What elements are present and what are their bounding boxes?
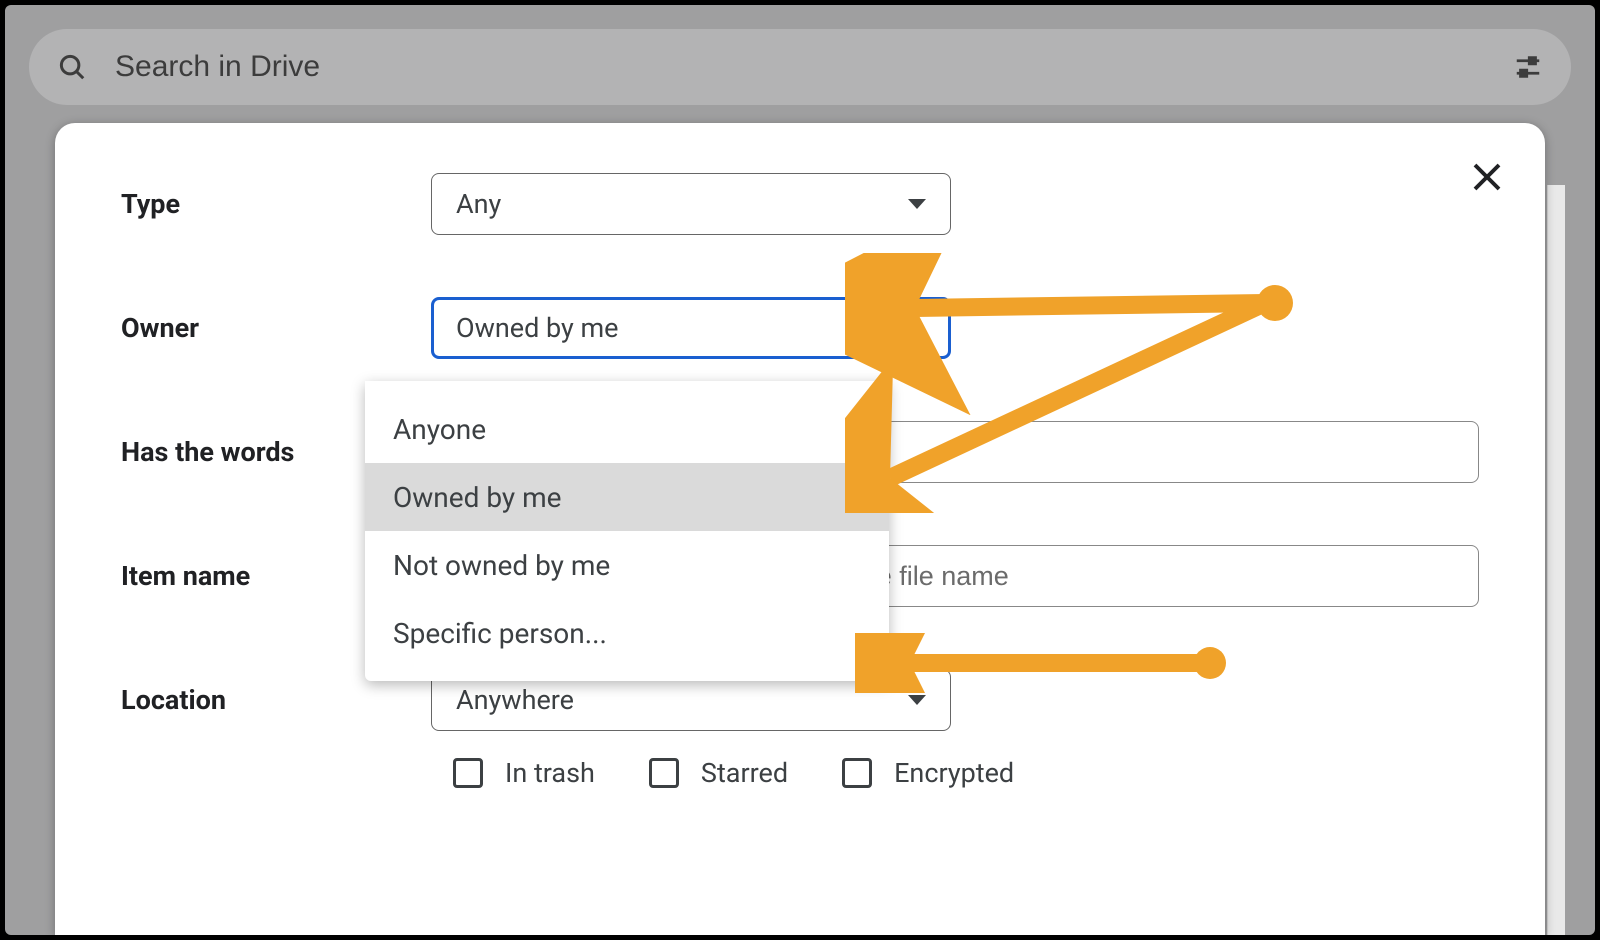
owner-option-not-owned-by-me[interactable]: Not owned by me	[365, 531, 889, 599]
chevron-down-icon	[908, 199, 926, 209]
checkbox-box	[649, 758, 679, 788]
chevron-up-icon	[908, 323, 926, 333]
checkbox-in-trash-label: In trash	[505, 757, 595, 789]
checkbox-starred-label: Starred	[701, 757, 788, 789]
label-type: Type	[121, 188, 431, 220]
checkbox-encrypted[interactable]: Encrypted	[842, 757, 1014, 789]
label-location: Location	[121, 684, 431, 716]
search-icon	[57, 52, 87, 82]
search-input[interactable]	[115, 50, 1513, 84]
checkbox-box	[453, 758, 483, 788]
owner-dropdown: Anyone Owned by me Not owned by me Speci…	[365, 381, 889, 681]
select-type[interactable]: Any	[431, 173, 951, 235]
checkbox-box	[842, 758, 872, 788]
chevron-down-icon	[908, 695, 926, 705]
search-bar[interactable]	[29, 29, 1571, 105]
app-frame: Type Any Owner Owned by me Has the words	[0, 0, 1600, 940]
checkbox-encrypted-label: Encrypted	[894, 757, 1014, 789]
app-background: Type Any Owner Owned by me Has the words	[5, 5, 1595, 935]
owner-option-anyone[interactable]: Anyone	[365, 395, 889, 463]
owner-option-specific-person[interactable]: Specific person...	[365, 599, 889, 667]
select-owner[interactable]: Owned by me	[431, 297, 951, 359]
advanced-search-panel: Type Any Owner Owned by me Has the words	[55, 123, 1545, 935]
owner-option-owned-by-me[interactable]: Owned by me	[365, 463, 889, 531]
checkbox-starred[interactable]: Starred	[649, 757, 788, 789]
scrollbar-track[interactable]	[1547, 185, 1565, 935]
select-location-value: Anywhere	[456, 684, 574, 716]
label-owner: Owner	[121, 312, 431, 344]
checkbox-row: In trash Starred Encrypted	[453, 757, 1479, 789]
select-owner-value: Owned by me	[456, 312, 619, 344]
row-type: Type Any	[121, 173, 1479, 235]
row-owner: Owner Owned by me	[121, 297, 1479, 359]
tune-icon[interactable]	[1513, 52, 1543, 82]
checkbox-in-trash[interactable]: In trash	[453, 757, 595, 789]
select-type-value: Any	[456, 188, 501, 220]
